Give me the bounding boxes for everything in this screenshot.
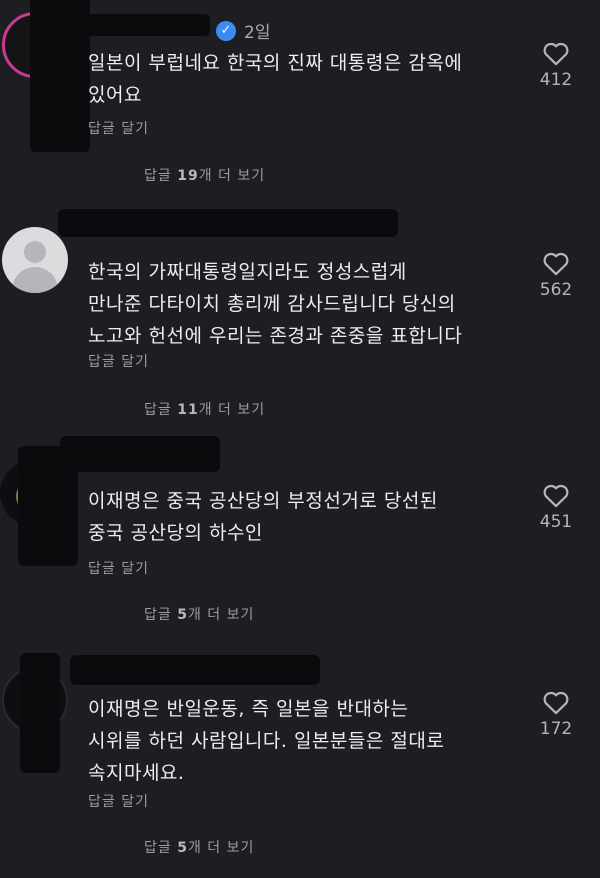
- comment-4: 이재명은 반일운동, 즉 일본을 반대하는 시위를 하던 사람입니다. 일본분들…: [0, 645, 600, 860]
- view-more-replies[interactable]: 답글 5개 더 보기: [144, 837, 254, 857]
- heart-outline-icon: [543, 252, 569, 276]
- like-count: 172: [539, 719, 573, 739]
- like-count: 412: [539, 70, 573, 90]
- username-redacted-bar: [70, 655, 320, 685]
- heart-outline-icon: [543, 691, 569, 715]
- avatar[interactable]: [2, 227, 68, 293]
- comment-text: 일본이 부럽네요 한국의 진짜 대통령은 감옥에 있어요: [88, 52, 463, 106]
- like-button[interactable]: 451: [536, 482, 576, 532]
- verified-badge-icon: ✓: [216, 20, 236, 41]
- comment-3: 이재명은 중국 공산당의 부정선거로 당선된 중국 공산당의 하수인 답글 달기…: [0, 430, 600, 645]
- comment-2: 한국의 가짜대통령일지라도 정성스럽게 만나준 다타이치 총리께 감사드립니다 …: [0, 205, 600, 420]
- heart-outline-icon: [543, 484, 569, 508]
- username-redacted: [20, 653, 60, 773]
- like-button[interactable]: 172: [536, 689, 576, 739]
- username-redacted-bar: [60, 436, 220, 472]
- comment-text: 한국의 가짜대통령일지라도 정성스럽게 만나준 다타이치 총리께 감사드립니다 …: [88, 261, 463, 347]
- comment-time: 2일: [244, 23, 271, 43]
- like-button[interactable]: 562: [536, 250, 576, 300]
- reply-button[interactable]: 답글 달기: [88, 791, 149, 811]
- view-more-replies[interactable]: 답글 11개 더 보기: [144, 399, 265, 419]
- reply-button[interactable]: 답글 달기: [88, 558, 149, 578]
- heart-outline-icon: [543, 42, 569, 66]
- like-count: 451: [539, 512, 573, 532]
- reply-button[interactable]: 답글 달기: [88, 118, 149, 138]
- username-redacted-bar: [60, 14, 210, 36]
- comment-text: 이재명은 중국 공산당의 부정선거로 당선된 중국 공산당의 하수인: [88, 490, 438, 544]
- view-more-replies[interactable]: 답글 19개 더 보기: [144, 165, 265, 185]
- like-count: 562: [539, 280, 573, 300]
- comment-1: ✓ 2일 일본이 부럽네요 한국의 진짜 대통령은 감옥에 있어요 답글 달기 …: [0, 0, 600, 215]
- comment-text: 이재명은 반일운동, 즉 일본을 반대하는 시위를 하던 사람입니다. 일본분들…: [88, 698, 445, 784]
- comment-meta: ✓ 2일: [216, 18, 270, 43]
- reply-button[interactable]: 답글 달기: [88, 351, 149, 371]
- like-button[interactable]: 412: [536, 40, 576, 90]
- username-redacted: [58, 209, 398, 237]
- view-more-replies[interactable]: 답글 5개 더 보기: [144, 604, 254, 624]
